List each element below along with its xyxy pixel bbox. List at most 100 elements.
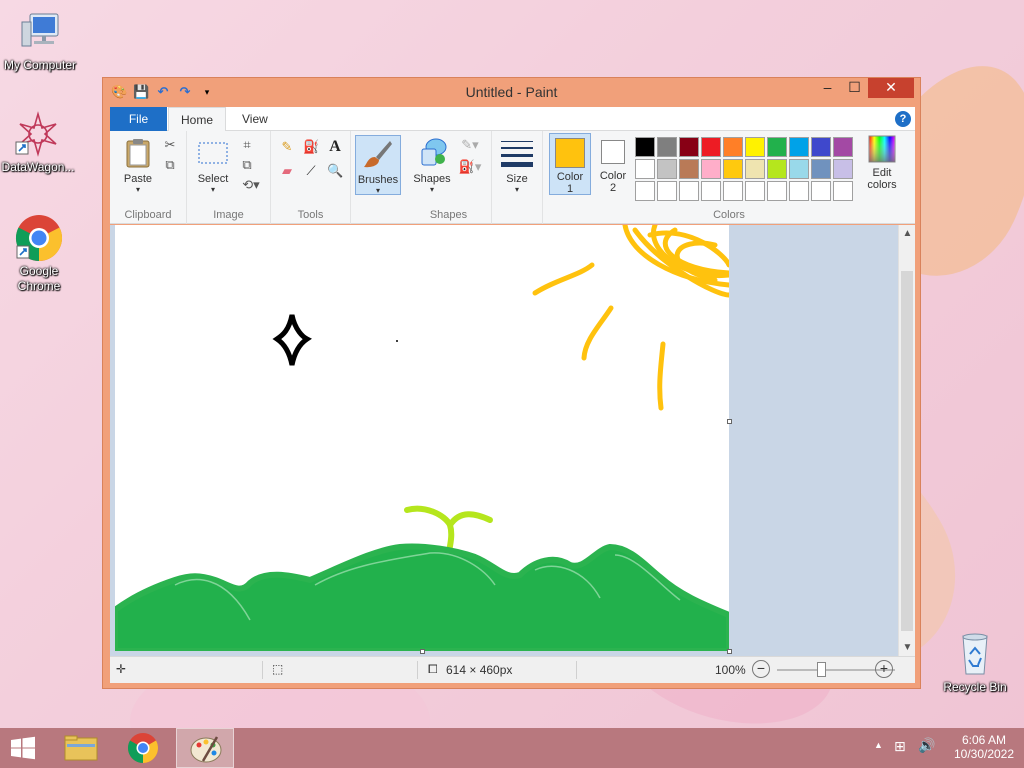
color-swatch[interactable] [745, 137, 765, 157]
resize-icon[interactable]: ⧉ [239, 157, 255, 173]
size-button[interactable]: Size ▾ [498, 137, 536, 194]
color-swatch[interactable] [657, 181, 677, 201]
window-title: Untitled - Paint [465, 84, 558, 100]
magnifier-icon[interactable]: 🔍 [327, 163, 343, 179]
color-swatch[interactable] [701, 181, 721, 201]
desktop-icon-recycle-bin[interactable]: Recycle Bin [935, 630, 1015, 695]
color-swatch[interactable] [635, 137, 655, 157]
color-swatch[interactable] [657, 137, 677, 157]
color1-swatch [555, 138, 585, 168]
color-swatch[interactable] [811, 137, 831, 157]
select-button[interactable]: Select ▾ [193, 137, 233, 194]
color-swatch[interactable] [811, 181, 831, 201]
color-swatch[interactable] [745, 181, 765, 201]
color-swatch[interactable] [767, 137, 787, 157]
selection-size-icon: ⬚ [272, 662, 284, 676]
desktop-icon-label: Recycle Bin [943, 680, 1007, 694]
zoom-out-icon[interactable]: − [752, 660, 770, 678]
colors-group: Color 1 Color 2 Edit colors Colors [542, 131, 915, 224]
resize-handle[interactable] [420, 649, 425, 654]
start-button[interactable] [0, 728, 46, 768]
desktop-icon-google-chrome[interactable]: Google Chrome [0, 214, 79, 294]
color-swatch[interactable] [745, 159, 765, 179]
volume-icon[interactable]: 🔊 [918, 737, 935, 754]
color-swatch[interactable] [723, 181, 743, 201]
color-swatch[interactable] [833, 181, 853, 201]
resize-handle[interactable] [727, 419, 732, 424]
scroll-down-icon[interactable]: ▼ [899, 639, 915, 656]
windows-icon [11, 736, 35, 760]
desktop-icon-my-computer[interactable]: My Computer [0, 8, 80, 73]
fill-icon[interactable]: ⛽ [303, 139, 319, 155]
image-group: Select ▾ ⌗ ⧉ ⟲▾ Image [187, 131, 271, 224]
clock[interactable]: 6:06 AM 10/30/2022 [944, 733, 1024, 761]
chrome-icon [127, 733, 159, 763]
shapes-button[interactable]: Shapes ▾ [412, 137, 452, 194]
divider [417, 661, 418, 679]
canvas-workarea: ▲ ▼ [110, 225, 915, 656]
pencil-icon[interactable]: ✎ [279, 139, 295, 155]
desktop-icon-datawagon[interactable]: DataWagon... [0, 110, 78, 175]
network-icon[interactable]: ⊞ [894, 738, 906, 755]
tab-view[interactable]: View [230, 107, 280, 131]
vertical-scrollbar[interactable]: ▲ ▼ [898, 225, 915, 656]
clipboard-group: Paste ▾ ✂ ⧉ Clipboard [110, 131, 187, 224]
color-swatch[interactable] [635, 181, 655, 201]
outline-icon[interactable]: ✎▾ [458, 137, 482, 153]
color-swatch[interactable] [657, 159, 677, 179]
color1-button[interactable]: Color 1 [549, 133, 591, 195]
fill-style-icon[interactable]: ⛽▾ [458, 159, 482, 175]
color-swatch[interactable] [833, 137, 853, 157]
select-rectangle-icon [197, 137, 229, 169]
color-swatch[interactable] [789, 137, 809, 157]
text-tool-icon[interactable]: A [327, 139, 343, 155]
sun-drawing [532, 225, 732, 411]
minimize-button[interactable]: ‒ [814, 78, 841, 98]
show-hidden-icons-icon[interactable]: ▲ [874, 740, 883, 750]
taskbar-chrome[interactable] [114, 728, 172, 768]
color2-button[interactable]: Color 2 [593, 133, 633, 194]
scrollbar-thumb[interactable] [901, 271, 913, 631]
color-swatch[interactable] [679, 159, 699, 179]
color-swatch[interactable] [701, 137, 721, 157]
zoom-in-icon[interactable]: + [875, 660, 893, 678]
crop-icon[interactable]: ⌗ [239, 137, 255, 153]
zoom-slider-thumb[interactable] [817, 662, 826, 677]
taskbar-file-explorer[interactable] [52, 728, 110, 768]
close-button[interactable]: ✕ [868, 78, 914, 98]
color-swatch[interactable] [679, 181, 699, 201]
color-swatch[interactable] [723, 159, 743, 179]
tab-home[interactable]: Home [168, 107, 227, 132]
cut-icon[interactable]: ✂ [162, 137, 178, 153]
color-picker-icon[interactable]: ⟋ [303, 163, 319, 179]
paste-button[interactable]: Paste ▾ [118, 137, 158, 194]
canvas-size-icon: ⧠ [428, 662, 438, 676]
color-swatch[interactable] [833, 159, 853, 179]
help-icon[interactable]: ? [895, 111, 911, 127]
color-swatch[interactable] [767, 159, 787, 179]
copy-icon[interactable]: ⧉ [162, 157, 178, 173]
color-swatch[interactable] [679, 137, 699, 157]
size-label: Size [506, 173, 528, 185]
zoom-level: 100% [715, 663, 746, 677]
color-swatch[interactable] [635, 159, 655, 179]
edit-colors-button[interactable]: Edit colors [861, 135, 903, 191]
scroll-up-icon[interactable]: ▲ [899, 225, 915, 242]
maximize-button[interactable]: ☐ [841, 78, 868, 98]
color-swatch[interactable] [789, 159, 809, 179]
brushes-button[interactable]: Brushes ▾ [355, 135, 401, 195]
color-swatch[interactable] [701, 159, 721, 179]
color-swatch[interactable] [723, 137, 743, 157]
color-swatch[interactable] [811, 159, 831, 179]
system-tray: ▲ ⊞ 🔊 6:06 AM 10/30/2022 [874, 728, 1024, 768]
color-swatch[interactable] [789, 181, 809, 201]
color-swatch[interactable] [767, 181, 787, 201]
eraser-icon[interactable]: ▰ [279, 163, 295, 179]
resize-handle[interactable] [727, 649, 732, 654]
clipboard-icon [122, 137, 154, 169]
title-bar[interactable]: 🎨 💾 ↶ ↷ ▾ Untitled - Paint ‒ ☐ ✕ [103, 78, 920, 106]
drawing-canvas[interactable] [112, 225, 732, 654]
tab-file[interactable]: File [110, 107, 167, 131]
rotate-icon[interactable]: ⟲▾ [239, 177, 263, 193]
taskbar-paint[interactable] [176, 728, 234, 768]
